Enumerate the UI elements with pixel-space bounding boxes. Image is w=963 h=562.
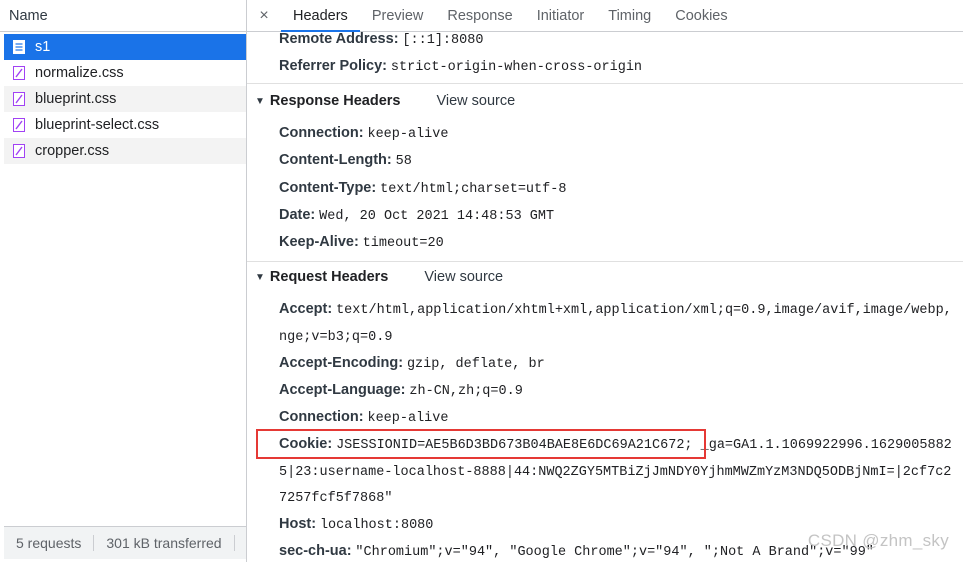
header-value: gzip, deflate, br <box>406 357 545 372</box>
response-header-row: Date: Wed, 20 Oct 2021 14:48:53 GMT <box>279 206 554 224</box>
request-list: s1 normalize.css blueprint.css blueprint… <box>4 34 246 164</box>
header-value: 5|23:username-localhost-8888|44:NWQ2ZGY5… <box>279 465 952 480</box>
header-key: Date: <box>279 207 316 223</box>
connection-row: Connection: keep-alive <box>279 408 448 426</box>
header-value: "Chromium";v="94", "Google Chrome";v="94… <box>355 545 874 560</box>
header-value: text/html;charset=utf-8 <box>380 182 567 197</box>
header-key: sec-ch-ua: <box>279 543 352 559</box>
header-value: _ga=GA1.1.1069922996.1629005882 <box>692 438 952 453</box>
header-key: Accept-Language: <box>279 382 406 398</box>
section-divider <box>247 83 963 84</box>
response-headers-section[interactable]: ▼ Response Headers View source <box>255 93 515 109</box>
expand-triangle-icon: ▼ <box>255 271 265 283</box>
section-title: Request Headers <box>269 269 389 285</box>
header-value: keep-alive <box>367 411 449 426</box>
stylesheet-icon <box>13 66 25 80</box>
response-header-row: Keep-Alive: timeout=20 <box>279 233 444 251</box>
header-value: nge;v=b3;q=0.9 <box>279 330 393 345</box>
status-divider <box>233 535 235 551</box>
request-row-cropper-css[interactable]: cropper.css <box>4 138 246 164</box>
details-tabbar: × Headers Preview Response Initiator Tim… <box>247 0 963 32</box>
header-key: Keep-Alive: <box>279 234 359 250</box>
accept-continuation: nge;v=b3;q=0.9 <box>279 327 392 345</box>
header-value: Wed, 20 Oct 2021 14:48:53 GMT <box>319 209 555 224</box>
accept-encoding-row: Accept-Encoding: gzip, deflate, br <box>279 354 545 372</box>
stylesheet-icon <box>13 118 25 132</box>
accept-language-row: Accept-Language: zh-CN,zh;q=0.9 <box>279 381 523 399</box>
section-title: Response Headers <box>269 93 401 109</box>
request-name: cropper.css <box>35 143 110 159</box>
request-name: blueprint-select.css <box>35 117 160 133</box>
request-name: blueprint.css <box>35 91 117 107</box>
close-icon[interactable]: × <box>247 0 281 31</box>
section-divider <box>247 261 963 262</box>
header-key: Referrer Policy: <box>279 58 387 74</box>
request-list-pane: Name s1 normalize.css blueprint.css blue… <box>0 0 246 562</box>
cookie-continuation: 7257fcf5f7868" <box>279 488 392 506</box>
stylesheet-icon <box>13 92 25 106</box>
tab-cookies[interactable]: Cookies <box>663 0 739 31</box>
name-column-header[interactable]: Name <box>0 0 246 32</box>
response-header-row: Content-Length: 58 <box>279 151 412 169</box>
header-key: Connection: <box>279 125 364 141</box>
accept-row: Accept: text/html,application/xhtml+xml,… <box>279 300 952 318</box>
tab-timing[interactable]: Timing <box>596 0 663 31</box>
request-name: s1 <box>35 39 51 55</box>
header-value: localhost:8080 <box>319 518 434 533</box>
header-key: Host: <box>279 516 317 532</box>
response-header-row: Connection: keep-alive <box>279 124 448 142</box>
referrer-policy-row: Referrer Policy: strict-origin-when-cros… <box>279 57 642 75</box>
stylesheet-icon <box>13 144 25 158</box>
document-icon <box>13 40 25 54</box>
header-value: strict-origin-when-cross-origin <box>390 60 643 75</box>
expand-triangle-icon: ▼ <box>255 95 265 107</box>
header-key: Accept: <box>279 301 333 317</box>
network-status-bar: 5 requests 301 kB transferred <box>4 526 246 559</box>
cookie-continuation: 5|23:username-localhost-8888|44:NWQ2ZGY5… <box>279 462 951 480</box>
header-key: Accept-Encoding: <box>279 355 404 371</box>
transferred-size: 301 kB transferred <box>106 535 222 551</box>
header-value: timeout=20 <box>362 236 444 251</box>
header-key: Content-Length: <box>279 152 392 168</box>
view-source-link[interactable]: View source <box>436 93 515 109</box>
request-details-pane: × Headers Preview Response Initiator Tim… <box>247 0 963 562</box>
host-row: Host: localhost:8080 <box>279 515 433 533</box>
remote-address-row: Remote Address: [::1]:8080 <box>279 30 483 48</box>
view-source-link[interactable]: View source <box>424 269 503 285</box>
highlight-box <box>256 429 706 459</box>
request-name: normalize.css <box>35 65 124 81</box>
header-value: [::1]:8080 <box>402 33 484 48</box>
watermark-text: CSDN @zhm_sky <box>807 531 949 550</box>
sec-ch-ua-row: sec-ch-ua: "Chromium";v="94", "Google Ch… <box>279 542 874 560</box>
response-header-row: Content-Type: text/html;charset=utf-8 <box>279 179 566 197</box>
tab-initiator[interactable]: Initiator <box>525 0 597 31</box>
header-key: Remote Address: <box>279 31 399 47</box>
request-row-normalize-css[interactable]: normalize.css <box>4 60 246 86</box>
request-headers-section[interactable]: ▼ Request Headers View source <box>255 269 503 285</box>
header-key: Connection: <box>279 409 364 425</box>
tab-headers[interactable]: Headers <box>281 0 360 32</box>
header-value: keep-alive <box>367 127 449 142</box>
request-row-blueprint-select-css[interactable]: blueprint-select.css <box>4 112 246 138</box>
request-count: 5 requests <box>16 535 82 551</box>
tab-response[interactable]: Response <box>435 0 524 31</box>
tab-preview[interactable]: Preview <box>360 0 436 31</box>
header-value: text/html,application/xhtml+xml,applicat… <box>336 303 952 318</box>
header-value: zh-CN,zh;q=0.9 <box>409 384 523 399</box>
request-row-s1[interactable]: s1 <box>4 34 246 60</box>
header-value: 58 <box>395 154 412 169</box>
name-column-label: Name <box>9 7 48 24</box>
request-row-blueprint-css[interactable]: blueprint.css <box>4 86 246 112</box>
header-value: 7257fcf5f7868" <box>279 491 393 506</box>
header-key: Content-Type: <box>279 180 377 196</box>
